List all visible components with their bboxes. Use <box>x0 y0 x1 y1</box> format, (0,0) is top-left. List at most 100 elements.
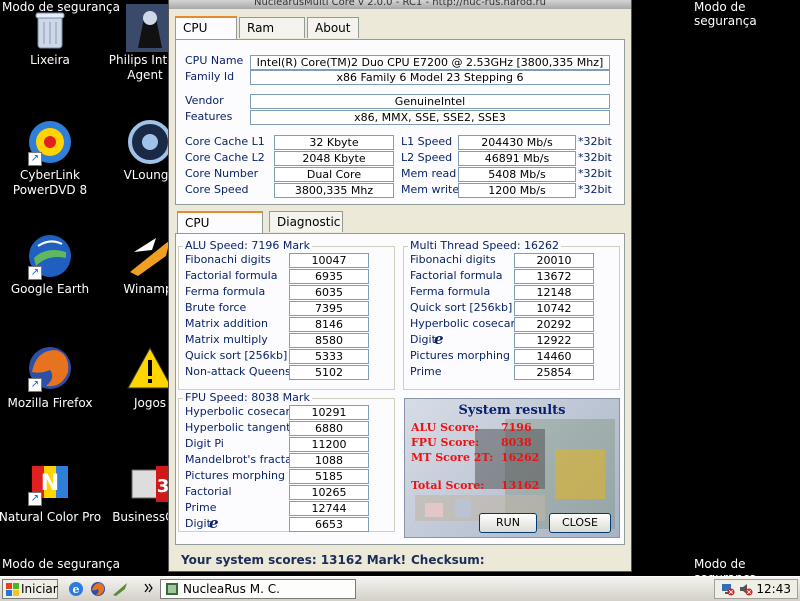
l1-speed-field: 204430 Mb/s <box>458 135 576 150</box>
recycle-bin-icon <box>35 12 65 49</box>
chevron-right-icon[interactable] <box>144 583 154 593</box>
svg-text:N: N <box>41 471 59 496</box>
nuclearus-app-icon <box>166 583 178 595</box>
bit-suffix: *32bit <box>578 135 612 148</box>
benchmark-row-value: 11200 <box>289 437 369 452</box>
benchmark-row-label: Brute force <box>185 301 247 314</box>
system-tray: 12:43 <box>714 579 798 599</box>
window-title[interactable]: NuclearusMulti Core v 2.0.0 - RC1 - http… <box>169 0 631 9</box>
benchmark-row-label: Hyperbolic tangent <box>185 421 291 434</box>
total-score-value: 13162 <box>501 479 540 492</box>
benchmark-row-value: 6935 <box>289 269 369 284</box>
philips-agent-icon <box>126 4 174 52</box>
task-button-label: NucleaRus M. C. <box>183 582 280 596</box>
firefox-quicklaunch-icon[interactable] <box>90 581 106 597</box>
benchmark-row-value: 8146 <box>289 317 369 332</box>
benchmark-row-value: 10291 <box>289 405 369 420</box>
alu-speed-title: ALU Speed: 7196 Mark <box>183 239 312 252</box>
cache-l1-field: 32 Kbyte <box>274 135 394 150</box>
benchmark-row-value: 6880 <box>289 421 369 436</box>
core-speed-label: Core Speed <box>185 183 249 196</box>
winamp-quicklaunch-icon[interactable] <box>112 581 128 597</box>
tab-cpu-benchmark[interactable]: CPU Benchmark <box>177 211 263 251</box>
benchmark-row-label: Pictures morphing <box>185 469 285 482</box>
benchmark-row-value: 10742 <box>514 301 594 316</box>
bit-suffix: *32bit <box>578 183 612 196</box>
shortcut-arrow-icon: ↗ <box>28 266 42 280</box>
tab-cpu-info[interactable]: CPU Info <box>175 16 237 56</box>
l2-speed-label: L2 Speed <box>401 151 453 164</box>
l2-speed-field: 46891 Mb/s <box>458 151 576 166</box>
tab-ram-info[interactable]: Ram Info <box>239 17 305 56</box>
winamp-icon <box>130 238 170 276</box>
core-number-field: Dual Core <box>274 167 394 182</box>
cpu-name-label: CPU Name <box>185 54 244 67</box>
task-button-nuclearus[interactable]: NucleaRus M. C. <box>160 579 356 599</box>
cpu-name-field: Intel(R) Core(TM)2 Duo CPU E7200 @ 2.53G… <box>250 55 610 70</box>
alu-score-value: 7196 <box>501 421 532 434</box>
family-id-field: x86 Family 6 Model 23 Stepping 6 <box>250 70 610 85</box>
start-button[interactable]: Iniciar <box>2 579 58 599</box>
vlounge-icon <box>128 120 172 164</box>
safe-mode-label: Modo de segurança <box>694 0 757 28</box>
benchmark-row-value: 8580 <box>289 333 369 348</box>
status-bar: Your system scores: 13162 Mark! Checksum… <box>173 549 627 589</box>
shortcut-arrow-icon: ↗ <box>28 492 42 506</box>
system-results-panel: System results ALU Score: 7196 FPU Score… <box>404 398 620 538</box>
benchmark-row-value: 20292 <box>514 317 594 332</box>
ie-icon[interactable]: e <box>68 581 84 597</box>
features-label: Features <box>185 110 233 123</box>
system-results-title: System results <box>458 403 566 418</box>
benchmark-row-value: 14460 <box>514 349 594 364</box>
volume-icon[interactable] <box>739 582 753 596</box>
benchmark-row-value: 25854 <box>514 365 594 380</box>
benchmark-row-value: 5102 <box>289 365 369 380</box>
benchmark-row-label: Hyperbolic cosecant <box>410 317 522 330</box>
cpu-info-panel: CPU Name Intel(R) Core(TM)2 Duo CPU E720… <box>175 39 625 205</box>
network-icon[interactable] <box>721 582 735 596</box>
mem-read-field: 5408 Mb/s <box>458 167 576 182</box>
mem-write-label: Mem write <box>401 183 460 196</box>
clock[interactable]: 12:43 <box>756 580 791 598</box>
tab-diagnostic[interactable]: Diagnostic <box>269 211 343 232</box>
shortcut-arrow-icon: ↗ <box>28 378 42 392</box>
vendor-label: Vendor <box>185 94 224 107</box>
desktop-icon-label: Natural Color Pro <box>0 510 102 524</box>
benchmark-row-value: 20010 <box>514 253 594 268</box>
benchmark-row-label: Digit Pi <box>185 437 224 450</box>
fpu-score-label: FPU Score: <box>411 436 480 449</box>
benchmark-row-label: Quick sort [256kb] <box>185 349 288 362</box>
desktop-icon-label: CyberLink PowerDVD 8 <box>12 168 88 197</box>
benchmark-row-value: 5333 <box>289 349 369 364</box>
windows-logo-icon <box>6 583 19 596</box>
benchmark-panel: ALU Speed: 7196 Mark Fibonachi digits 100… <box>175 233 625 545</box>
run-button[interactable]: RUN <box>479 513 537 533</box>
family-id-label: Family Id <box>185 70 235 83</box>
nuclearus-window: NuclearusMulti Core v 2.0.0 - RC1 - http… <box>168 0 632 589</box>
benchmark-row-label: Factorial <box>185 485 232 498</box>
e-symbol-icon: e <box>434 330 444 348</box>
benchmark-row-label: Matrix multiply <box>185 333 268 346</box>
cache-l1-label: Core Cache L1 <box>185 135 265 148</box>
safe-mode-label: Modo de segurança <box>2 557 120 571</box>
fpu-group: FPU Speed: 8038 Mark Hyperbolic cosecant… <box>178 391 395 532</box>
mem-read-label: Mem read <box>401 167 457 180</box>
desktop-icon-label: Google Earth <box>10 282 90 296</box>
taskbar: Iniciar e NucleaRus M. C. 12:43 <box>0 576 800 601</box>
benchmark-row-label: Quick sort [256kb] <box>410 301 513 314</box>
benchmark-row-value: 12922 <box>514 333 594 348</box>
close-button[interactable]: CLOSE <box>549 513 611 533</box>
benchmark-row-label: Hyperbolic cosecant <box>185 405 297 418</box>
benchmark-row-label: Ferma formula <box>185 285 266 298</box>
benchmark-row-label: Fibonachi digits <box>185 253 271 266</box>
cache-l2-field: 2048 Kbyte <box>274 151 394 166</box>
businesscard-icon: 3 <box>131 466 170 502</box>
alu-score-label: ALU Score: <box>411 421 479 434</box>
benchmark-row-value: 5185 <box>289 469 369 484</box>
alu-group: ALU Speed: 7196 Mark Fibonachi digits 100… <box>178 239 395 390</box>
e-symbol-icon: e <box>209 514 219 532</box>
benchmark-row-value: 13672 <box>514 269 594 284</box>
tab-about[interactable]: About <box>307 17 359 38</box>
mt-score-label: MT Score 2T: <box>411 451 494 464</box>
total-score-label: Total Score: <box>411 479 485 492</box>
